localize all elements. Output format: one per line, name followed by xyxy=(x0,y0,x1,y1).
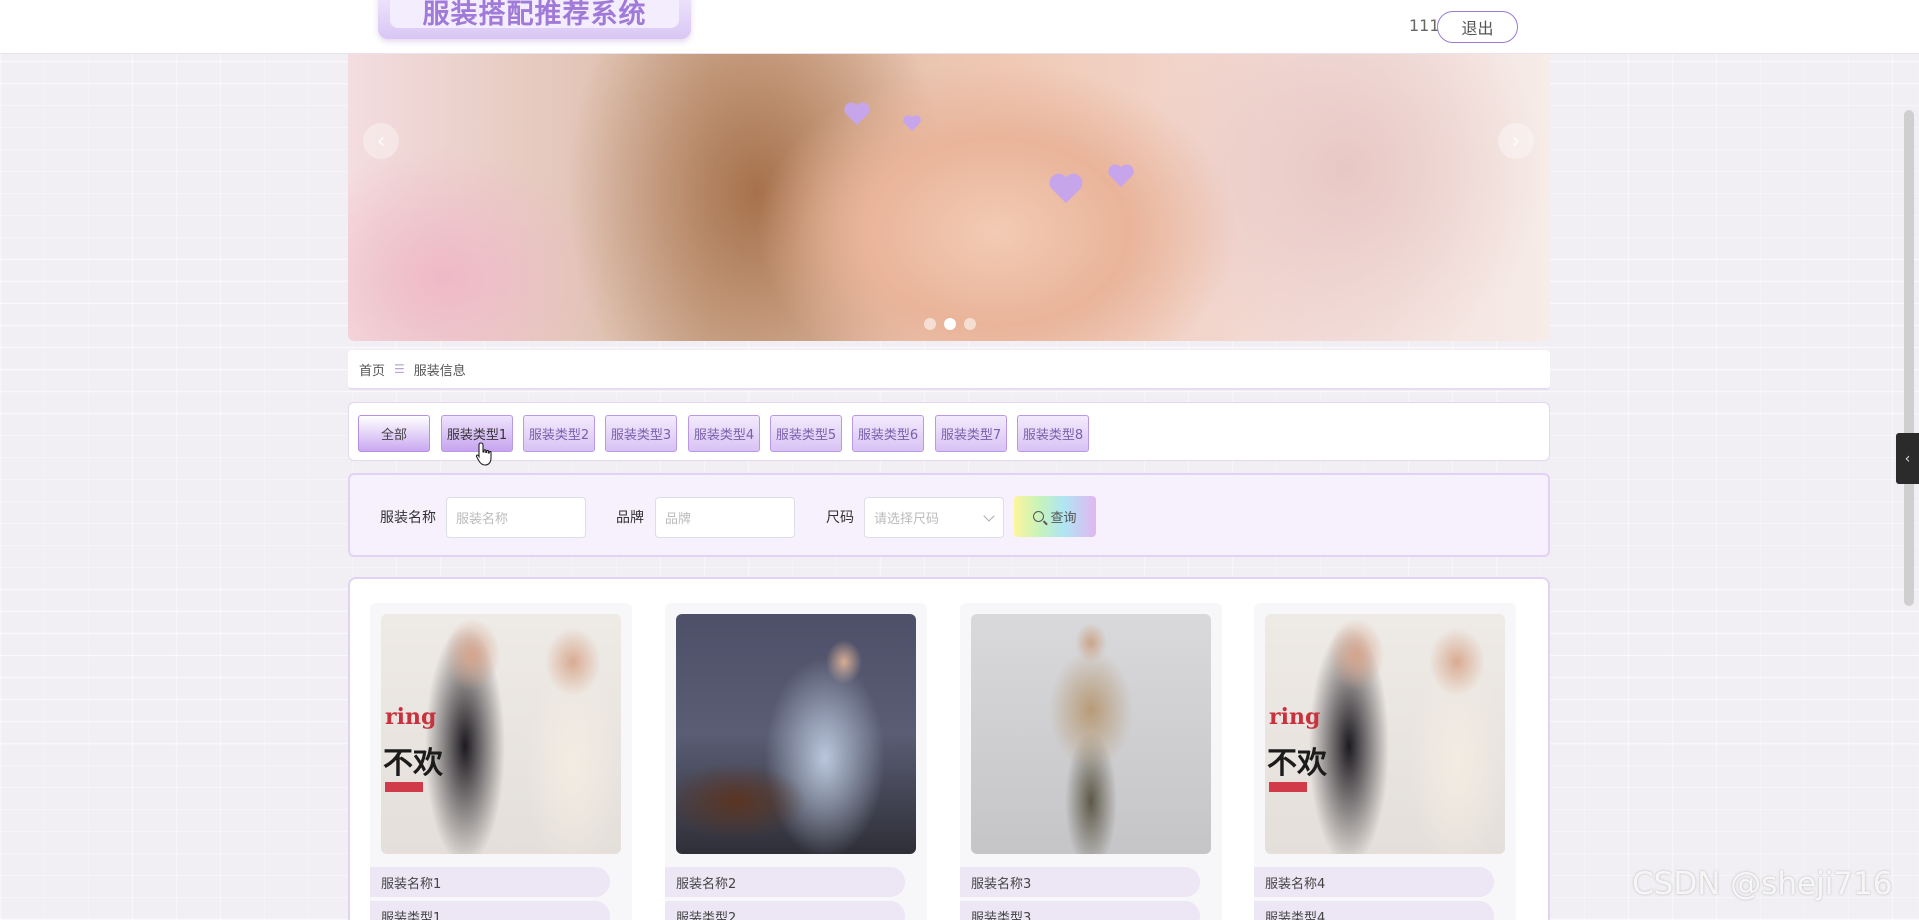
watermark: CSDN @sheji716 xyxy=(1632,866,1893,902)
product-name: 服装名称1 xyxy=(370,867,610,897)
image-text-bu: 不欢 xyxy=(383,746,443,781)
size-label: 尺码 xyxy=(826,510,854,526)
breadcrumb-current: 服装信息 xyxy=(413,363,466,379)
banner-carousel: ‹ › xyxy=(348,54,1550,341)
chevron-left-icon: ‹ xyxy=(376,128,386,154)
search-icon xyxy=(1033,511,1045,522)
top-navbar: 服装搭配推荐系统 111 退出 xyxy=(0,0,1919,54)
product-type: 服装类型2 xyxy=(665,901,905,920)
category-type7-button[interactable]: 服装类型7 xyxy=(935,415,1007,452)
category-filter: 全部 服装类型1 服装类型2 服装类型3 服装类型4 服装类型5 服装类型6 服… xyxy=(348,402,1550,461)
banner-dot-3[interactable] xyxy=(964,318,976,330)
brand-label: 品牌 xyxy=(616,510,644,526)
category-type8-button[interactable]: 服装类型8 xyxy=(1017,415,1089,452)
product-image[interactable] xyxy=(971,614,1211,854)
chevron-down-icon xyxy=(983,510,995,522)
banner-next-button[interactable]: › xyxy=(1498,123,1534,159)
site-logo[interactable]: 服装搭配推荐系统 xyxy=(378,0,691,39)
product-card[interactable]: 服装名称2 服装类型2 xyxy=(665,603,927,920)
category-type5-button[interactable]: 服装类型5 xyxy=(770,415,842,452)
category-type6-button[interactable]: 服装类型6 xyxy=(852,415,924,452)
side-panel-toggle[interactable]: ‹ xyxy=(1896,433,1919,484)
product-image[interactable]: ring 不欢 xyxy=(381,614,621,854)
image-text-bu: 不欢 xyxy=(1267,746,1327,781)
heart-decoration xyxy=(1049,174,1083,205)
product-type: 服装类型1 xyxy=(370,901,610,920)
product-image[interactable] xyxy=(676,614,916,854)
breadcrumb: 首页 ☰ 服装信息 xyxy=(348,350,1550,390)
category-all-button[interactable]: 全部 xyxy=(358,415,430,452)
size-select-placeholder: 请选择尺码 xyxy=(874,512,940,527)
query-button[interactable]: 查询 xyxy=(1014,496,1096,537)
search-panel: 服装名称 服装名称 品牌 品牌 尺码 请选择尺码 查询 xyxy=(348,473,1550,557)
chevron-right-icon: › xyxy=(1511,128,1521,154)
product-card[interactable]: ring 不欢 服装名称1 服装类型1 xyxy=(370,603,632,920)
product-name: 服装名称3 xyxy=(960,867,1200,897)
product-type: 服装类型3 xyxy=(960,901,1200,920)
name-label: 服装名称 xyxy=(380,510,436,526)
image-tag xyxy=(1269,782,1307,792)
size-select[interactable]: 请选择尺码 xyxy=(864,497,1004,538)
hand-cursor-icon xyxy=(475,442,492,466)
username: 111 xyxy=(1409,16,1440,35)
brand-input[interactable]: 品牌 xyxy=(655,497,795,538)
breadcrumb-separator-icon: ☰ xyxy=(394,362,405,376)
banner-dot-2[interactable] xyxy=(944,318,956,330)
product-name: 服装名称2 xyxy=(665,867,905,897)
category-type3-button[interactable]: 服装类型3 xyxy=(605,415,677,452)
breadcrumb-home[interactable]: 首页 xyxy=(359,360,385,379)
category-type2-button[interactable]: 服装类型2 xyxy=(523,415,595,452)
product-card[interactable]: ring 不欢 服装名称4 服装类型4 xyxy=(1254,603,1516,920)
query-button-label: 查询 xyxy=(1050,511,1077,526)
product-grid: ring 不欢 服装名称1 服装类型1 服装名称2 服装类型2 服装名称3 服装… xyxy=(348,577,1550,920)
image-text-ring: ring xyxy=(385,704,437,730)
product-card[interactable]: 服装名称3 服装类型3 xyxy=(960,603,1222,920)
image-text-ring: ring xyxy=(1269,704,1321,730)
logout-button[interactable]: 退出 xyxy=(1437,11,1518,43)
site-logo-plate: 服装搭配推荐系统 xyxy=(390,0,679,30)
product-name: 服装名称4 xyxy=(1254,867,1494,897)
site-title: 服装搭配推荐系统 xyxy=(422,0,647,30)
heart-decoration xyxy=(844,103,870,127)
image-tag xyxy=(385,782,423,792)
heart-decoration xyxy=(903,116,921,133)
chevron-left-icon: ‹ xyxy=(1904,450,1911,467)
product-type: 服装类型4 xyxy=(1254,901,1494,920)
product-image[interactable]: ring 不欢 xyxy=(1265,614,1505,854)
page-scrollbar[interactable] xyxy=(1904,110,1914,606)
banner-dot-1[interactable] xyxy=(924,318,936,330)
category-type4-button[interactable]: 服装类型4 xyxy=(688,415,760,452)
heart-decoration xyxy=(1108,165,1134,189)
banner-prev-button[interactable]: ‹ xyxy=(363,123,399,159)
name-input[interactable]: 服装名称 xyxy=(446,497,586,538)
